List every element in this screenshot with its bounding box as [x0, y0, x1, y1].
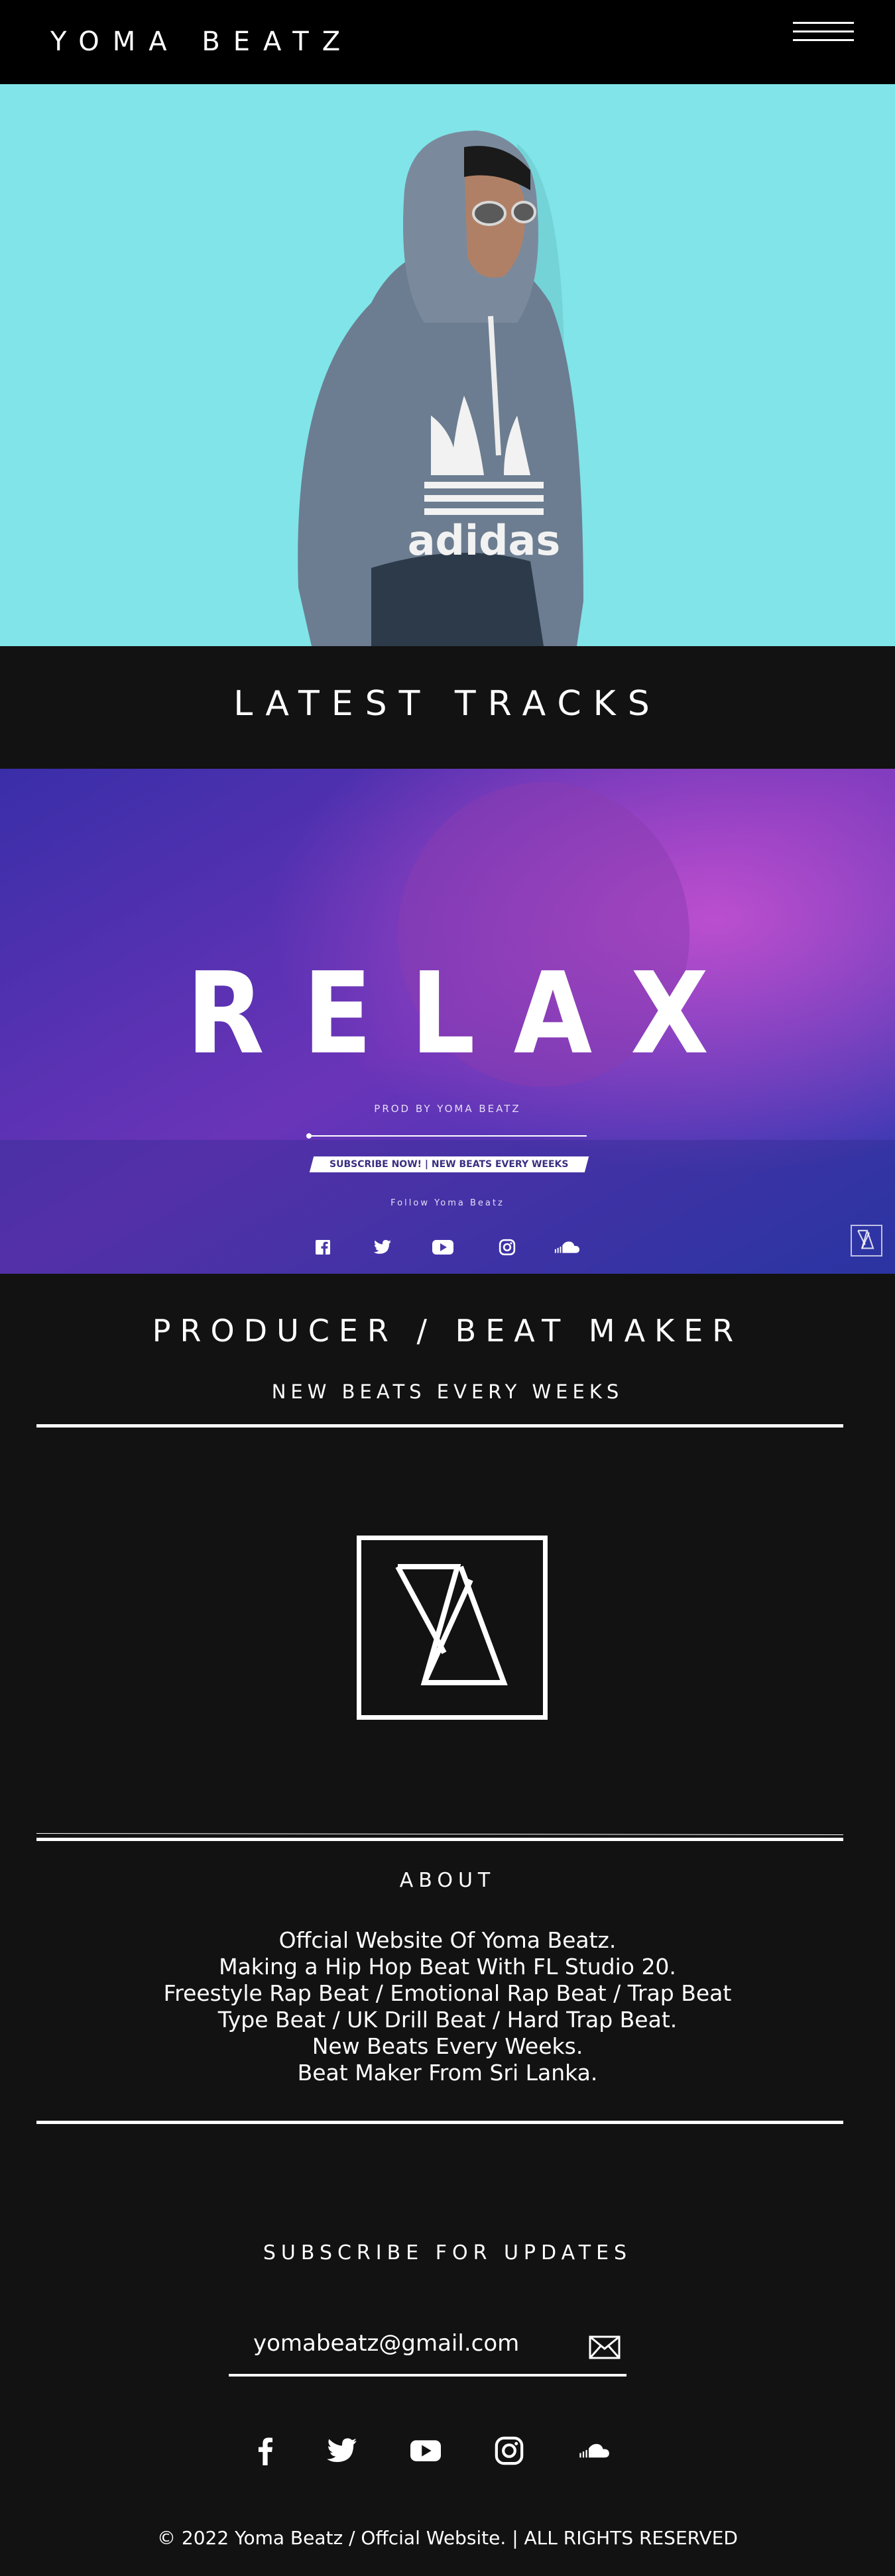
divider	[36, 1838, 843, 1841]
svg-text:adidas: adidas	[408, 516, 561, 565]
mail-icon[interactable]	[589, 2335, 621, 2359]
about-line: Freestyle Rap Beat / Emotional Rap Beat …	[163, 1980, 732, 2006]
email-input[interactable]	[252, 2326, 573, 2361]
hamburger-menu-icon[interactable]	[793, 22, 854, 48]
twitter-icon[interactable]	[369, 1234, 396, 1260]
track-subscribe-text: SUBSCRIBE NOW! | NEW BEATS EVERY WEEKS	[329, 1159, 569, 1170]
track-prod-text: PROD BY YOMA BEATZ	[374, 1103, 521, 1115]
yoma-beatz-logo	[357, 1536, 548, 1720]
track-progress-handle[interactable]	[306, 1133, 312, 1139]
subscribe-title: SUBSCRIBE FOR UPDATES	[263, 2241, 632, 2265]
track-subscribe-banner[interactable]: SUBSCRIBE NOW! | NEW BEATS EVERY WEEKS	[309, 1156, 589, 1172]
about-title: ABOUT	[399, 1869, 496, 1892]
hero-image: adidas	[0, 84, 895, 646]
facebook-icon[interactable]	[310, 1234, 336, 1260]
instagram-icon[interactable]	[491, 2432, 528, 2469]
soundcloud-icon[interactable]	[554, 1234, 580, 1260]
twitter-icon[interactable]	[324, 2432, 361, 2469]
about-text: Offcial Website Of Yoma Beatz. Making a …	[0, 1927, 895, 2086]
track-follow-text: Follow Yoma Beatz	[390, 1198, 505, 1208]
about-line: Type Beat / UK Drill Beat / Hard Trap Be…	[217, 2007, 678, 2033]
track-title: RELAX	[186, 948, 748, 1080]
section-title-latest-tracks: LATEST TRACKS	[233, 684, 662, 724]
about-line: Offcial Website Of Yoma Beatz.	[278, 1927, 617, 1953]
about-line: Beat Maker From Sri Lanka.	[297, 2060, 598, 2086]
about-line: Making a Hip Hop Beat With FL Studio 20.	[219, 1954, 676, 1980]
divider	[36, 2121, 843, 2124]
email-field[interactable]	[229, 2326, 626, 2377]
track-progress-line	[308, 1135, 587, 1137]
about-line: New Beats Every Weeks.	[312, 2033, 583, 2059]
youtube-icon[interactable]	[430, 1234, 456, 1260]
instagram-icon[interactable]	[494, 1234, 520, 1260]
youtube-icon[interactable]	[407, 2432, 444, 2469]
producer-subtitle: NEW BEATS EVERY WEEKS	[271, 1380, 624, 1403]
divider-thin	[36, 1832, 844, 1836]
site-logo[interactable]: YOMA BEATZ	[50, 25, 353, 58]
facebook-icon[interactable]	[247, 2432, 284, 2469]
soundcloud-icon[interactable]	[575, 2432, 613, 2469]
divider	[36, 1424, 843, 1428]
footer-copyright: © 2022 Yoma Beatz / Offcial Website. | A…	[157, 2527, 738, 2549]
track-watermark-logo	[851, 1225, 882, 1257]
producer-title: PRODUCER / BEAT MAKER	[152, 1313, 743, 1349]
